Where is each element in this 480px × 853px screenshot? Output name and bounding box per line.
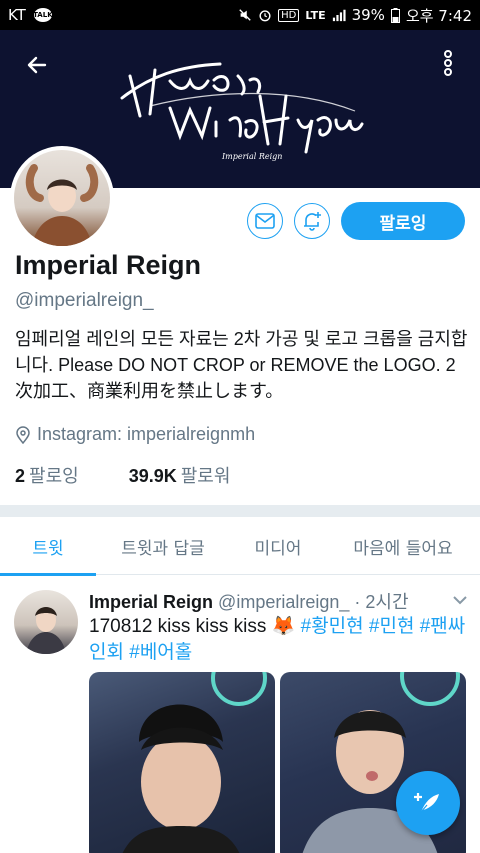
compose-tweet-button[interactable] <box>396 771 460 835</box>
tweet-separator: · <box>354 592 361 612</box>
tweet-time: 2시간 <box>365 592 409 612</box>
followers-count: 39.9K <box>128 466 177 486</box>
followers-stat[interactable]: 39.9K 팔로워 <box>129 462 231 488</box>
signal-icon <box>332 9 346 22</box>
profile-name: Imperial Reign <box>15 250 202 280</box>
back-button[interactable] <box>20 48 54 82</box>
following-label: 팔로잉 <box>29 466 79 486</box>
following-button[interactable]: 팔로잉 <box>341 202 465 240</box>
arrow-left-icon <box>27 56 47 74</box>
followers-label: 팔로워 <box>180 466 231 486</box>
tweet-text-body: 170812 kiss kiss kiss 🦊 <box>89 616 301 637</box>
logo-caption: Imperial Reign <box>222 152 283 161</box>
tab-tweets[interactable]: 트윗 <box>0 517 96 576</box>
alarm-icon <box>259 10 271 22</box>
tweet-header: Imperial Reign @imperialreign_ · 2시간 <box>89 588 409 614</box>
tweet-author[interactable]: Imperial Reign <box>89 592 213 612</box>
kakaotalk-icon: TALK <box>33 8 53 22</box>
tab-media[interactable]: 미디어 <box>230 517 326 575</box>
more-options-button[interactable] <box>438 46 458 80</box>
tweet-handle[interactable]: @imperialreign_ <box>218 592 349 612</box>
hashtag-link[interactable]: #베어홀 <box>129 642 192 663</box>
profile-bio: 임페리얼 레인의 모든 자료는 2차 가공 및 로고 크롭을 금지합니다. Pl… <box>15 329 468 401</box>
envelope-icon <box>255 213 275 229</box>
hashtag-link[interactable]: #민현 <box>369 616 415 637</box>
tweet-text: 170812 kiss kiss kiss 🦊 #황민현 #민현 #팬싸인회 #… <box>89 614 469 666</box>
profile-stats: 2 팔로잉 39.9K 팔로워 <box>15 462 230 488</box>
mute-icon <box>239 9 251 21</box>
chevron-down-icon[interactable] <box>452 594 468 606</box>
profile-tabs: 트윗 트윗과 답글 미디어 마음에 들어요 <box>0 517 480 576</box>
profile-handle: @imperialreign_ <box>15 290 154 311</box>
following-count: 2 <box>15 466 26 486</box>
hashtag-link[interactable]: #황민현 <box>301 616 364 637</box>
battery-icon <box>390 7 400 23</box>
tab-likes[interactable]: 마음에 들어요 <box>326 517 480 575</box>
following-stat[interactable]: 2 팔로잉 <box>15 462 79 488</box>
profile-avatar[interactable] <box>10 146 114 250</box>
more-vertical-icon <box>444 50 452 76</box>
avatar-photo <box>14 150 110 246</box>
tweet-avatar[interactable] <box>14 590 78 654</box>
carrier-label: KT <box>8 6 26 24</box>
notifications-button[interactable] <box>294 203 330 239</box>
tweet-media-image[interactable] <box>89 672 275 853</box>
profile-location: Instagram: imperialreignmh <box>15 424 255 445</box>
network-label: LTE <box>305 8 326 22</box>
hd-badge: HD <box>278 8 300 22</box>
tab-tweets-replies[interactable]: 트윗과 답글 <box>96 517 230 575</box>
message-button[interactable] <box>247 203 283 239</box>
location-pin-icon <box>16 425 30 444</box>
status-bar: KT TALK HD LTE 39% 오후 7:42 <box>0 0 480 30</box>
location-text: Instagram: imperialreignmh <box>37 424 256 444</box>
feather-plus-icon <box>414 793 439 813</box>
section-divider <box>0 505 480 517</box>
battery-percent: 39% <box>351 6 385 24</box>
bell-plus-icon <box>304 212 321 231</box>
logo-script-image <box>120 62 364 154</box>
clock: 오후 7:42 <box>405 6 472 25</box>
banner-logo: Imperial Reign <box>110 36 370 186</box>
